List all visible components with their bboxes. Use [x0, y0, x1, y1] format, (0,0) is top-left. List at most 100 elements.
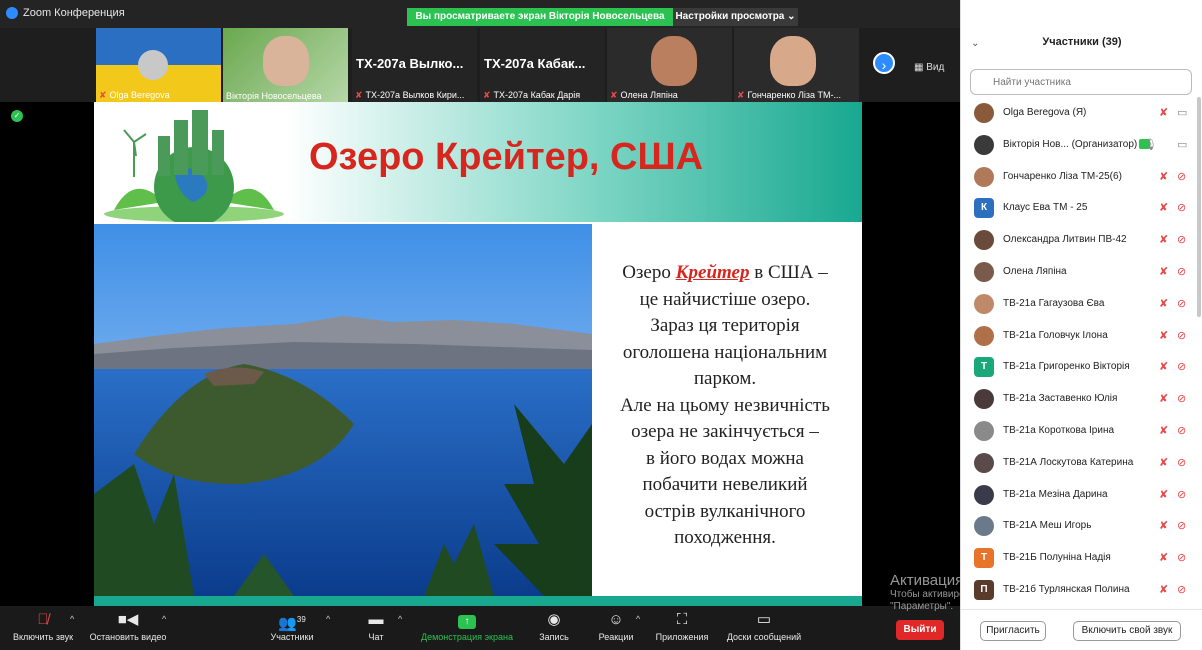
participant-name: ТВ-21А Меш Игорь — [1003, 520, 1092, 532]
unmute-button[interactable]: 🎙̸ Включить звук ^ — [8, 608, 78, 642]
muted-mic-icon: ✘ — [1159, 552, 1169, 565]
thumbnail-vylkov[interactable]: ТХ-207а Вылко... ✘ ТХ-207а Вылков Кири... — [352, 28, 477, 102]
slide-line: Зараз ця територія — [650, 315, 800, 336]
participant-row[interactable]: ТВ-21а Гагаузова Єва ✘ ⊘ — [961, 288, 1197, 320]
unmute-me-button[interactable]: Включить свой звук — [1073, 621, 1181, 641]
whiteboards-button[interactable]: ▭ Доски сообщений — [720, 608, 808, 642]
participant-name: ТВ-21а Григоренко Вікторія — [1003, 361, 1130, 373]
reactions-button[interactable]: ☺ Реакции ^ — [594, 608, 641, 642]
leave-button[interactable]: Выйти — [896, 620, 944, 640]
presentation-slide: Озеро Крейтер, США Озеро Крейтер в США –… — [94, 102, 862, 606]
participant-row[interactable]: ТВ-21а Заставенко Юлія ✘ ⊘ — [961, 383, 1197, 415]
thumbnail-name: ТХ-207а Вылков Кири... — [365, 90, 465, 100]
participant-row[interactable]: Olga Beregova (Я) ✘ ▭ — [961, 97, 1197, 129]
participant-row[interactable]: ТВ-21а Короткова Ірина ✘ ⊘ — [961, 415, 1197, 447]
thumbnail-kabak[interactable]: ТХ-207а Кабак... ✘ ТХ-207а Кабак Дарія — [480, 28, 605, 102]
chat-button[interactable]: ▬ Чат ^ — [358, 608, 403, 642]
participant-name: Клаус Ева ТМ - 25 — [1003, 202, 1088, 214]
participant-row[interactable]: К Клаус Ева ТМ - 25 ✘ ⊘ — [961, 192, 1197, 224]
slide-link[interactable]: Крейтер — [676, 262, 750, 283]
chevron-up-icon[interactable]: ^ — [636, 614, 640, 624]
muted-mic-icon: ✘ — [1159, 393, 1169, 406]
muted-mic-icon: ✘ — [355, 90, 363, 100]
participant-name: ТВ-21а Короткова Ірина — [1003, 424, 1115, 436]
participant-row[interactable]: Олена Ляпіна ✘ ⊘ — [961, 256, 1197, 288]
panel-footer: Пригласить Включить свой звук — [961, 609, 1202, 650]
muted-mic-icon: ✘ — [1159, 202, 1169, 215]
eco-city-globe-icon — [104, 110, 284, 222]
participant-list-scrollbar[interactable] — [1197, 97, 1201, 317]
apps-button[interactable]: ⛶ Приложения — [650, 608, 714, 642]
muted-mic-icon: ✘ — [1159, 107, 1169, 119]
record-icon: ◉ — [547, 611, 561, 628]
video-camera-icon: ▭ — [1177, 107, 1188, 119]
chat-bubble-icon: ▬ — [368, 611, 384, 628]
slide-line: це найчистіше озеро. — [639, 288, 811, 310]
panel-title: Участники (39) — [1042, 36, 1122, 48]
share-screen-button[interactable]: ↑ Демонстрация экрана — [414, 608, 520, 642]
participant-row[interactable]: ТВ-21а Мезіна Дарина ✘ ⊘ — [961, 479, 1197, 511]
thumbnail-viktoria[interactable]: Вікторія Новосельцева — [223, 28, 348, 102]
view-button[interactable]: ▦ Вид — [914, 62, 944, 73]
avatar — [974, 516, 994, 537]
video-off-icon: ⊘ — [1177, 488, 1187, 501]
participant-search-input[interactable] — [970, 69, 1192, 95]
encryption-shield-icon[interactable]: ✓ — [11, 110, 23, 122]
view-settings-button[interactable]: Настройки просмотра ⌄ — [673, 8, 798, 26]
muted-mic-icon: ✘ — [610, 90, 618, 100]
participant-row[interactable]: ТВ-21А Меш Игорь ✘ ⊘ — [961, 510, 1197, 542]
apps-icon: ⛶ — [676, 611, 688, 628]
participants-icon: 👥 — [278, 615, 297, 632]
thumbnail-name: Olga Beregova — [109, 90, 170, 100]
app-title: Zoom Конференция — [6, 7, 125, 19]
participants-panel: ⌄ Участники (39) ⌕ Olga Beregova (Я)✘▭Ві… — [960, 0, 1202, 650]
participant-row[interactable]: Олександра Литвин ПВ-42 ✘ ⊘ — [961, 224, 1197, 256]
invite-button[interactable]: Пригласить — [980, 621, 1046, 641]
video-off-icon: ⊘ — [1177, 265, 1187, 278]
slide-line: парком. — [693, 368, 757, 389]
slide-title: Озеро Крейтер, США — [309, 136, 704, 178]
thumbnail-olga[interactable]: ✘ Olga Beregova — [96, 28, 221, 102]
muted-mic-icon: ✘ — [1159, 424, 1169, 437]
muted-mic-icon: ✘ — [1159, 520, 1169, 533]
thumbnail-goncharenko[interactable]: ✘ Гончаренко Ліза ТМ-... — [734, 28, 859, 102]
muted-mic-icon: ✘ — [1159, 456, 1169, 469]
participant-row[interactable]: Гончаренко Ліза ТМ-25(6) ✘ ⊘ — [961, 161, 1197, 193]
record-button[interactable]: ◉ Запись — [532, 608, 576, 642]
chevron-up-icon[interactable]: ^ — [398, 614, 402, 624]
avatar — [974, 452, 994, 473]
video-off-icon: ⊘ — [1177, 297, 1187, 310]
chevron-up-icon[interactable]: ^ — [70, 614, 74, 624]
avatar — [974, 293, 994, 314]
participants-button[interactable]: 👥39 Участники ^ — [262, 608, 331, 642]
participant-row[interactable]: Т ТВ-21а Григоренко Вікторія ✘ ⊘ — [961, 351, 1197, 383]
participant-list: Olga Beregova (Я) ✘ ▭ Вікторія Нов... (Орга… — [961, 97, 1197, 606]
participant-row[interactable]: ТВ-21А Лоскутова Катерина ✘ ⊘ — [961, 447, 1197, 479]
thumbnail-big-label: ТХ-207а Кабак... — [484, 56, 586, 71]
participant-name: ТВ-21А Лоскутова Катерина — [1003, 456, 1134, 468]
slide-body-text: Озеро Крейтер в США – це найчистіше озер… — [594, 260, 856, 552]
avatar — [974, 230, 994, 251]
chevron-up-icon[interactable]: ^ — [326, 614, 330, 624]
mic-icon: 🎙 — [1143, 138, 1157, 151]
stop-video-button[interactable]: ■◀ Остановить видео ^ — [86, 608, 170, 642]
participant-name: ТВ-21а Мезіна Дарина — [1003, 488, 1108, 500]
video-thumbnail-strip: ✘ Olga Beregova Вікторія Новосельцева ТХ-… — [0, 28, 960, 102]
next-page-arrow-icon[interactable]: › — [873, 52, 895, 74]
participant-name: Олександра Литвин ПВ-42 — [1003, 234, 1127, 246]
participant-name: Олена Ляпіна — [1003, 265, 1067, 277]
muted-mic-icon: ✘ — [1159, 361, 1169, 374]
participant-row[interactable]: П ТВ-21б Турлянская Полина ✘ ⊘ — [961, 574, 1197, 606]
video-off-icon: ⊘ — [1177, 552, 1187, 565]
crater-lake-photo — [94, 224, 592, 596]
window-title: Zoom Конференция — [23, 7, 125, 19]
participant-row[interactable]: Т ТВ-21Б Полуніна Надія ✘ ⊘ — [961, 542, 1197, 574]
chevron-up-icon[interactable]: ^ — [162, 614, 166, 624]
thumbnail-lyapina[interactable]: ✘ Олена Ляпіна — [607, 28, 732, 102]
participant-row[interactable]: Вікторія Нов... (Организатор) 🎙 ▭ — [961, 129, 1197, 161]
video-off-icon: ⊘ — [1177, 234, 1187, 247]
participant-row[interactable]: ТВ-21а Головчук Ілона ✘ ⊘ — [961, 320, 1197, 352]
video-camera-icon: ■◀ — [117, 611, 139, 628]
meeting-toolbar: 🎙̸ Включить звук ^ ■◀ Остановить видео ^… — [0, 606, 960, 650]
avatar — [770, 36, 816, 86]
